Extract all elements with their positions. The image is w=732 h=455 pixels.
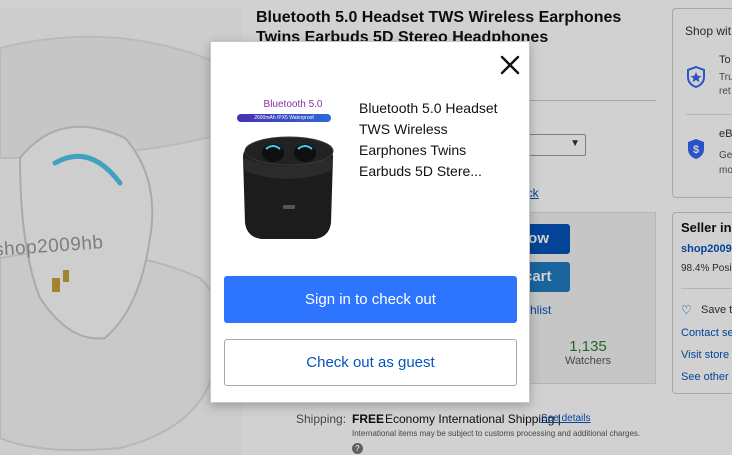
earbuds-case-image [243, 136, 334, 239]
thumbnail-banner: 2600mAh IPX5 Waterproof [237, 114, 331, 122]
product-thumbnail: Bluetooth 5.0 2600mAh IPX5 Waterproof [233, 97, 343, 247]
thumbnail-title: Bluetooth 5.0 [263, 99, 323, 110]
sign-in-to-check-out-button[interactable]: Sign in to check out [224, 276, 517, 323]
close-icon [500, 55, 520, 75]
checkout-modal: Bluetooth 5.0 2600mAh IPX5 Waterproof Bl… [210, 41, 530, 403]
modal-product-title: Bluetooth 5.0 Headset TWS Wireless Earph… [359, 100, 498, 179]
close-button[interactable] [498, 53, 522, 77]
check-out-as-guest-button[interactable]: Check out as guest [224, 339, 517, 386]
